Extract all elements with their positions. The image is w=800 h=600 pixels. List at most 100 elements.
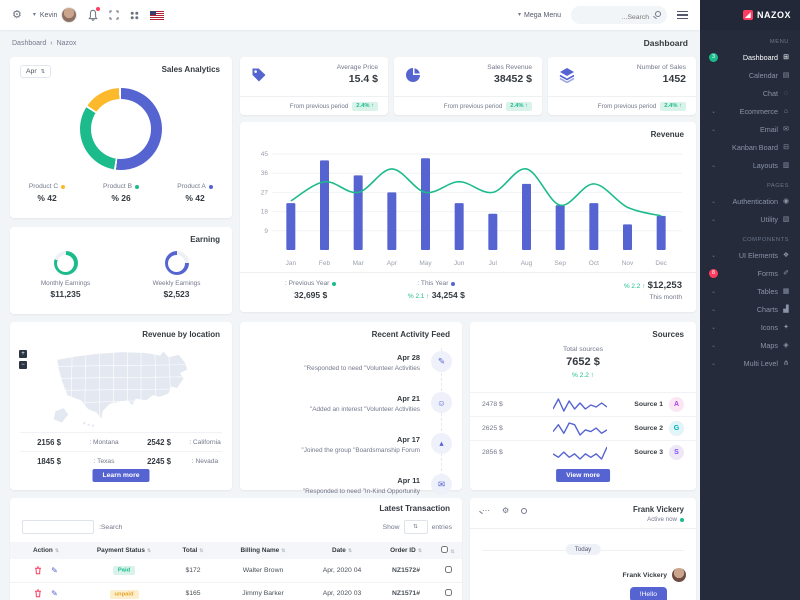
topbar-right: ▾ Mega Menu: [518, 6, 688, 24]
activity-date: Apr 28: [240, 350, 420, 362]
sidebar-item-ecommerce[interactable]: ⌄Ecommerce⌂: [700, 102, 800, 120]
legend-dot: [332, 282, 336, 286]
svg-text:36: 36: [261, 170, 269, 177]
source-row[interactable]: 2478 $ Source 1 A: [470, 392, 696, 416]
sidebar-item-authentication[interactable]: ⌄Authentication◉: [700, 192, 800, 210]
sidebar-item-chat[interactable]: Chat◌: [700, 84, 800, 102]
activity-text: "Joined the group "Boardsmanship Forum: [240, 447, 420, 454]
row-checkbox[interactable]: [445, 589, 452, 596]
month-value: $12,253: [648, 280, 682, 291]
location-row: 1845 $ : Texas 2245 $ : Nevada: [20, 451, 222, 470]
ui-elements-icon: ❖: [782, 251, 790, 259]
bar-Aug: [522, 184, 531, 250]
sidebar-item-kanban-board[interactable]: Kanban Board⊟: [700, 138, 800, 156]
sidebar-item-label: Kanban Board: [732, 143, 778, 152]
sort-icon[interactable]: ⇅: [199, 548, 203, 554]
svg-text:Mar: Mar: [353, 260, 365, 267]
notifications-bell-icon[interactable]: [88, 9, 98, 21]
svg-text:Aug: Aug: [521, 260, 533, 267]
sort-icon[interactable]: ⇅: [450, 549, 454, 555]
tag-icon: [251, 67, 267, 83]
sort-icon[interactable]: ⇅: [55, 548, 59, 554]
user-menu[interactable]: ▾ Kevin: [33, 7, 78, 23]
recent-activity-card: Recent Activity Feed ✎ Apr 28 "Responded…: [240, 322, 462, 490]
bar-Oct: [589, 203, 598, 250]
bar-Sep: [556, 205, 565, 250]
sidebar-item-ui-elements[interactable]: ⌄UI Elements❖: [700, 246, 800, 264]
this-year-summary: : This Year % 2.1 ↑ 34,254 $: [408, 280, 465, 300]
sort-icon[interactable]: ⇅: [418, 548, 422, 554]
sidebar-item-icons[interactable]: ⌄Icons✦: [700, 318, 800, 336]
month-select[interactable]: Apr ⇅: [20, 65, 51, 78]
row-checkbox[interactable]: [445, 566, 452, 573]
mega-menu[interactable]: ▾ Mega Menu: [518, 12, 561, 19]
learn-more-button[interactable]: Learn more: [92, 469, 149, 482]
sidebar-item-forms[interactable]: 8Forms✐: [700, 264, 800, 282]
chat-search-icon[interactable]: [521, 508, 527, 514]
activity-list: ✎ Apr 28 "Responded to need "Volunteer A…: [240, 350, 462, 490]
col-action[interactable]: Action⇅: [10, 542, 82, 559]
weekly-earnings-gauge: Weekly Earnings $2,523: [121, 251, 232, 299]
source-row[interactable]: 2856 $ Source 3 S: [470, 440, 696, 464]
sidebar-item-utility[interactable]: ⌄Utility▧: [700, 210, 800, 228]
table-search-input[interactable]: [22, 520, 94, 534]
edit-icon[interactable]: ✎: [51, 566, 58, 575]
sidebar-item-email[interactable]: ⌄Email✉: [700, 120, 800, 138]
delete-icon[interactable]: [34, 589, 42, 598]
source-name: Source 1: [634, 401, 663, 408]
brand[interactable]: ◢ NAZOX: [700, 0, 800, 30]
pencil-icon: ✎: [431, 351, 452, 372]
map-zoom-in-button[interactable]: +: [19, 350, 27, 358]
stat-value: 38452 $: [494, 73, 532, 85]
col-payment-status[interactable]: Payment Status⇅: [82, 542, 166, 559]
breadcrumb-dashboard[interactable]: Dashboard: [12, 40, 46, 47]
sidebar-item-layouts[interactable]: ⌄Layouts▥: [700, 156, 800, 174]
sidebar-item-dashboard[interactable]: 3Dashboard⊞: [700, 48, 800, 66]
select-all-checkbox[interactable]: [441, 546, 448, 553]
fullscreen-icon[interactable]: [109, 10, 119, 20]
sales-donut-chart: [80, 88, 162, 170]
cell-order-id: NZ1571#: [378, 582, 434, 600]
svg-text:Apr: Apr: [387, 260, 398, 267]
stat-title: Number of Sales: [637, 64, 686, 71]
activity-item: ☺ Apr 21 "Added an interest "Volunteer A…: [240, 391, 462, 432]
col-billing-name[interactable]: Billing Name⇅: [220, 542, 306, 559]
col-date[interactable]: Date⇅: [306, 542, 378, 559]
source-row[interactable]: 2625 $ Source 2 G: [470, 416, 696, 440]
sidebar-item-calendar[interactable]: Calendar▤: [700, 66, 800, 84]
stat-value: 15.4 $: [349, 73, 378, 85]
change-text: % 2.1 ↑: [408, 293, 429, 300]
us-flag-icon[interactable]: [150, 11, 164, 20]
svg-text:Jun: Jun: [454, 260, 465, 267]
col-total[interactable]: Total⇅: [166, 542, 220, 559]
apps-grid-icon[interactable]: [130, 11, 139, 20]
svg-text:Nov: Nov: [622, 260, 634, 267]
sort-icon[interactable]: ⇅: [147, 548, 151, 554]
search-input[interactable]: [571, 9, 667, 27]
more-options-icon[interactable]: ⋯: [482, 507, 490, 515]
sort-icon[interactable]: ⇅: [281, 548, 285, 554]
legend-value: % 42: [10, 193, 84, 203]
us-map[interactable]: [38, 344, 208, 430]
sidebar-item-multi-level[interactable]: ⌄Multi Level⋔: [700, 354, 800, 372]
chat-status-text: Active now: [647, 516, 677, 523]
sidebar-item-charts[interactable]: ⌄Charts▟: [700, 300, 800, 318]
view-more-button[interactable]: View more: [556, 469, 610, 482]
legend-label: Product B: [103, 183, 132, 190]
entries-select[interactable]: ⇅: [404, 520, 428, 534]
legend-item: Product B % 26: [84, 183, 158, 203]
delete-icon[interactable]: [34, 566, 42, 575]
edit-icon[interactable]: ✎: [51, 589, 58, 598]
previous-year-summary: : Previous Year 32,695 $: [285, 280, 336, 300]
sidebar-item-tables[interactable]: ⌄Tables▦: [700, 282, 800, 300]
legend-item: Product C % 42: [10, 183, 84, 203]
settings-gear-icon[interactable]: ⚙: [12, 10, 22, 21]
series-value: 34,254 $: [432, 290, 465, 300]
sidebar-item-maps[interactable]: ⌄Maps◈: [700, 336, 800, 354]
map-zoom-out-button[interactable]: −: [19, 361, 27, 369]
sort-icon[interactable]: ⇅: [348, 548, 352, 554]
chat-settings-gear-icon[interactable]: ⚙: [502, 507, 509, 515]
chat-icon: ◌: [782, 90, 790, 97]
menu-toggle-icon[interactable]: [677, 11, 688, 19]
col-order-id[interactable]: Order ID⇅: [378, 542, 434, 559]
